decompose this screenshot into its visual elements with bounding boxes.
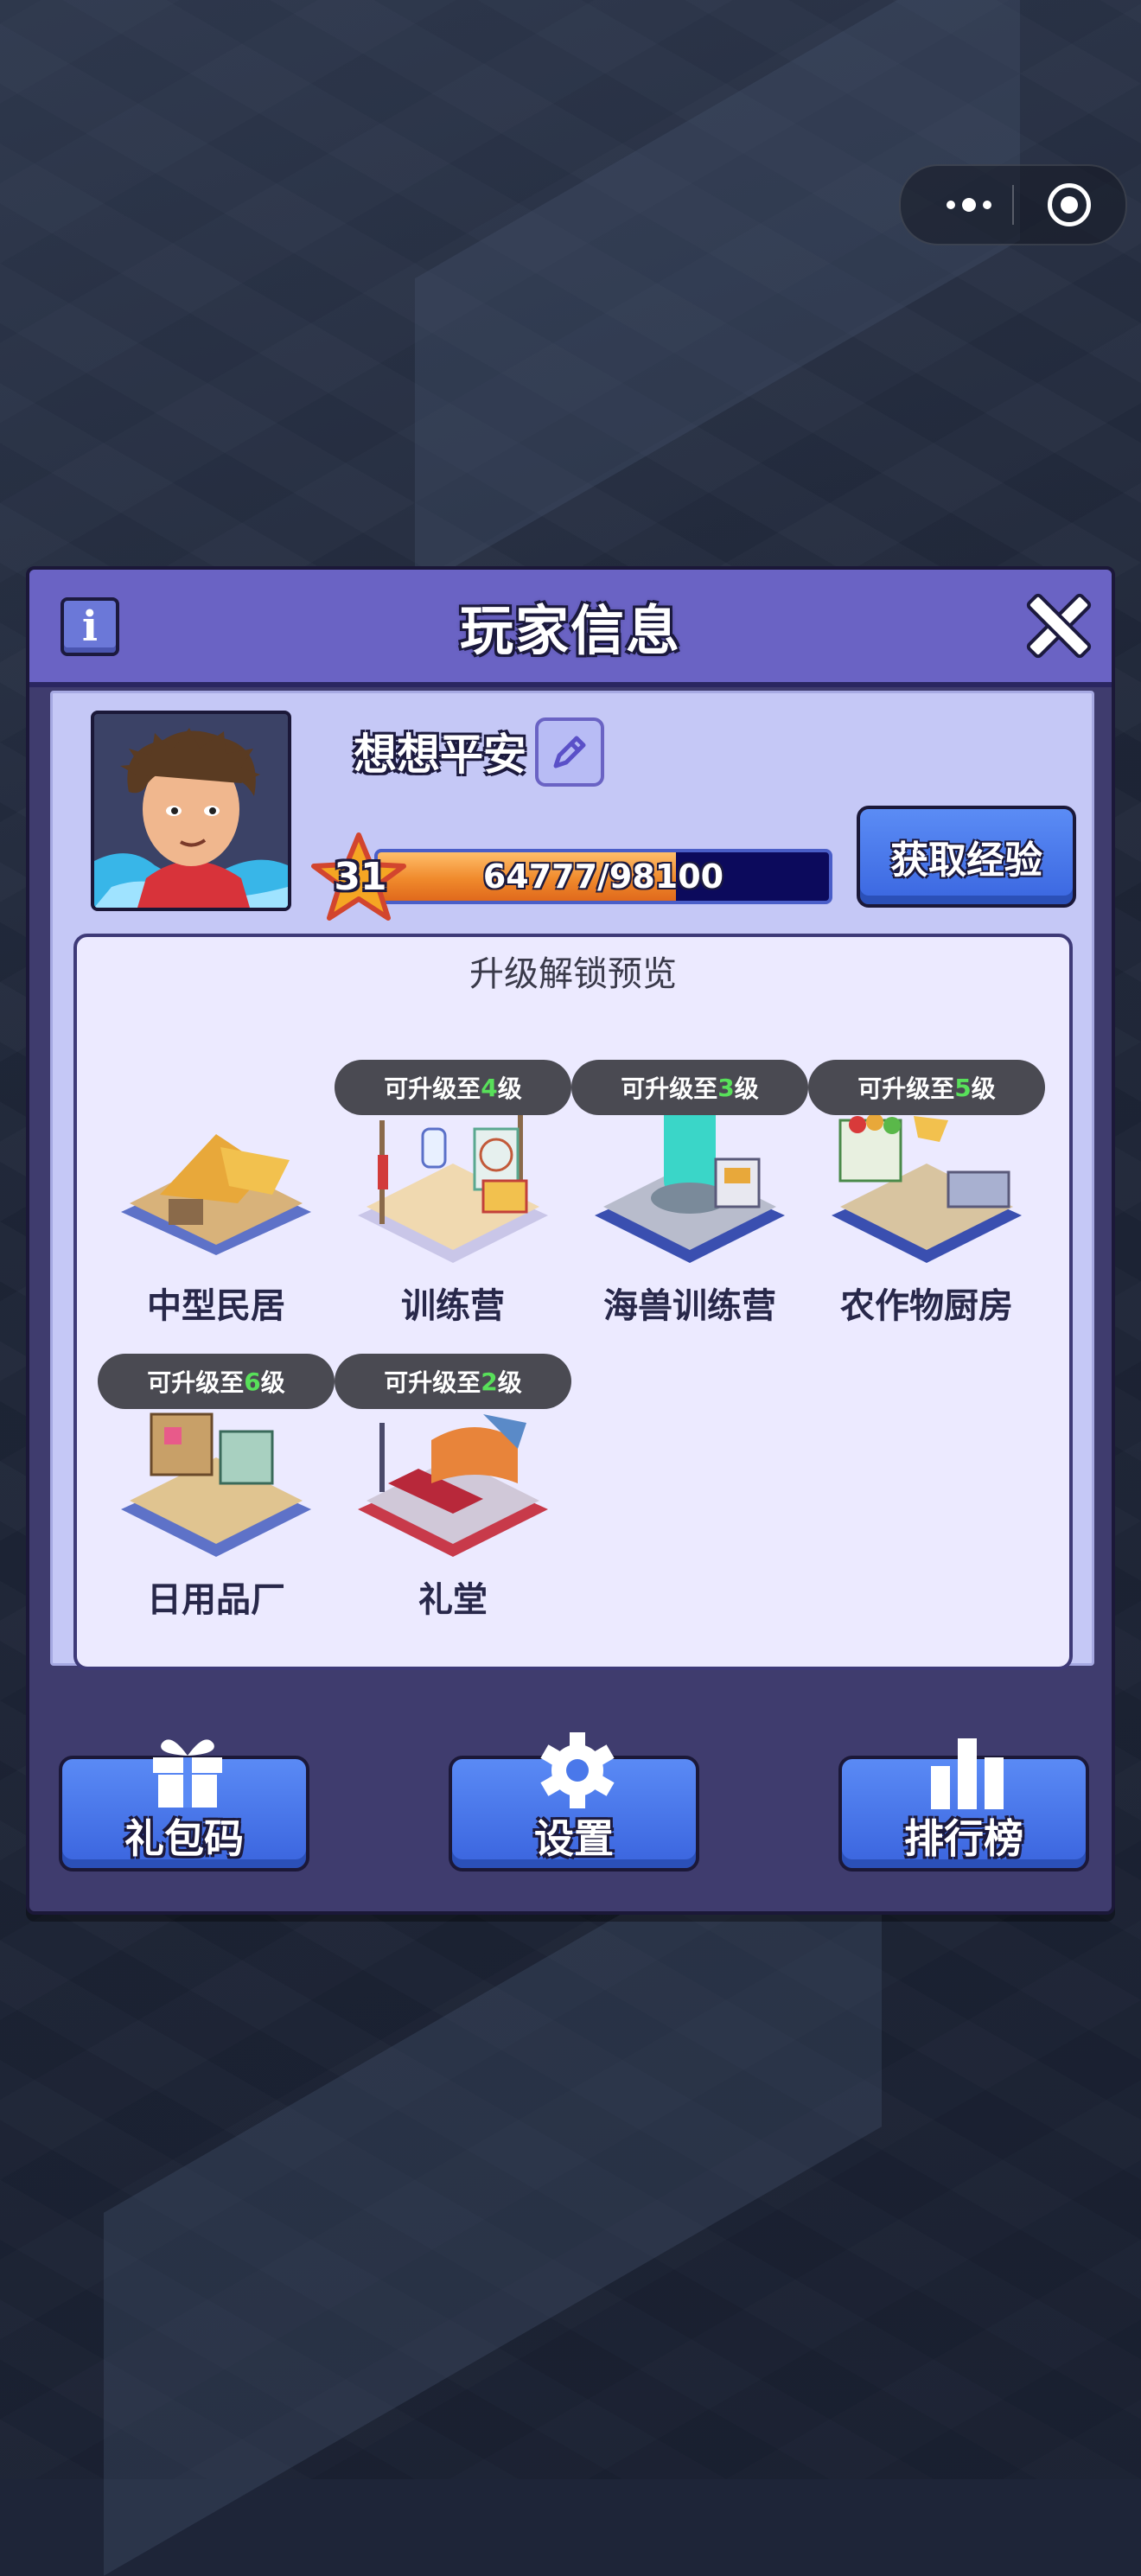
upgrade-badge: 可升级至 6 级 — [98, 1354, 335, 1409]
medium-house-icon — [121, 1134, 311, 1255]
miniprogram-capsule — [899, 164, 1127, 245]
upgrade-badge: 可升级至 2 级 — [335, 1354, 571, 1409]
building-name: 中型民居 — [147, 1286, 285, 1326]
upgrade-badge: 可升级至 4 级 — [335, 1060, 571, 1115]
settings-button[interactable]: 设置 — [449, 1732, 699, 1871]
upgrade-level: 2 — [481, 1367, 498, 1396]
training-camp-icon — [358, 1112, 548, 1263]
xp-text: 64777/98100 — [482, 858, 724, 896]
bar-chart-icon — [931, 1738, 1004, 1809]
capsule-divider — [1012, 185, 1014, 225]
upgrade-level: 3 — [717, 1073, 735, 1102]
crop-kitchen-icon — [832, 1113, 1022, 1263]
close-icon[interactable] — [1022, 589, 1096, 663]
sea-beast-camp-icon — [595, 1094, 785, 1263]
building-card-sea-beast-camp[interactable]: 可升级至 3 级 海兽训练营 — [571, 1060, 808, 1345]
building-card-training-camp[interactable]: 可升级至 4 级 训练营 — [335, 1060, 571, 1345]
gift-code-label: 礼包码 — [124, 1815, 244, 1862]
building-card-crop-kitchen[interactable]: 可升级至 5 级 农作物厨房 — [808, 1060, 1045, 1345]
pencil-icon — [553, 736, 586, 768]
upgrade-level: 4 — [481, 1073, 498, 1102]
get-exp-button[interactable]: 获取经验 — [857, 806, 1076, 908]
more-menu-icon[interactable] — [930, 166, 1008, 244]
upgrade-badge: 可升级至 5 级 — [808, 1060, 1045, 1115]
daily-goods-factory-icon — [121, 1412, 311, 1557]
player-name: 想想平安 — [354, 730, 526, 780]
building-name: 礼堂 — [418, 1580, 488, 1620]
upgrade-badge: 可升级至 3 级 — [571, 1060, 808, 1115]
xp-progress-bar: 64777/98100 — [374, 849, 832, 904]
building-card-auditorium[interactable]: 可升级至 2 级 礼堂 — [335, 1354, 571, 1639]
building-name: 日用品厂 — [147, 1580, 285, 1620]
modal-title: 玩家信息 — [459, 599, 681, 662]
ranking-label: 排行榜 — [904, 1815, 1023, 1862]
building-name: 训练营 — [401, 1286, 505, 1326]
auditorium-icon — [358, 1414, 548, 1557]
settings-label: 设置 — [534, 1815, 614, 1862]
ranking-button[interactable]: 排行榜 — [838, 1738, 1089, 1871]
gift-code-button[interactable]: 礼包码 — [59, 1739, 309, 1871]
upgrade-level: 6 — [244, 1367, 261, 1396]
building-name: 海兽训练营 — [603, 1286, 776, 1326]
player-panel: 想想平安 64777/98100 31 获取经验 升级解锁预览 中型民居 可升级… — [50, 691, 1094, 1670]
gift-icon — [153, 1739, 222, 1808]
map-terrain — [415, 0, 1020, 590]
player-info-modal: i 玩家信息 想想平安 64777/98100 31 获取经验 升级解锁预览 中… — [26, 566, 1115, 1915]
player-level: 31 — [334, 854, 387, 899]
preview-title: 升级解锁预览 — [469, 954, 677, 994]
upgrade-unlock-preview: 升级解锁预览 中型民居 可升级至 4 级 训练营 可升级至 3 级 海兽训练营 … — [73, 934, 1073, 1670]
avatar — [91, 711, 291, 911]
edit-name-button[interactable] — [535, 717, 604, 787]
upgrade-level: 5 — [954, 1073, 972, 1102]
exit-miniprogram-icon[interactable] — [1048, 183, 1091, 226]
building-name: 农作物厨房 — [840, 1286, 1013, 1326]
building-card-medium-house[interactable]: 中型民居 — [98, 1060, 335, 1345]
gear-icon — [540, 1732, 615, 1808]
building-card-daily-goods-factory[interactable]: 可升级至 6 级 日用品厂 — [98, 1354, 335, 1639]
